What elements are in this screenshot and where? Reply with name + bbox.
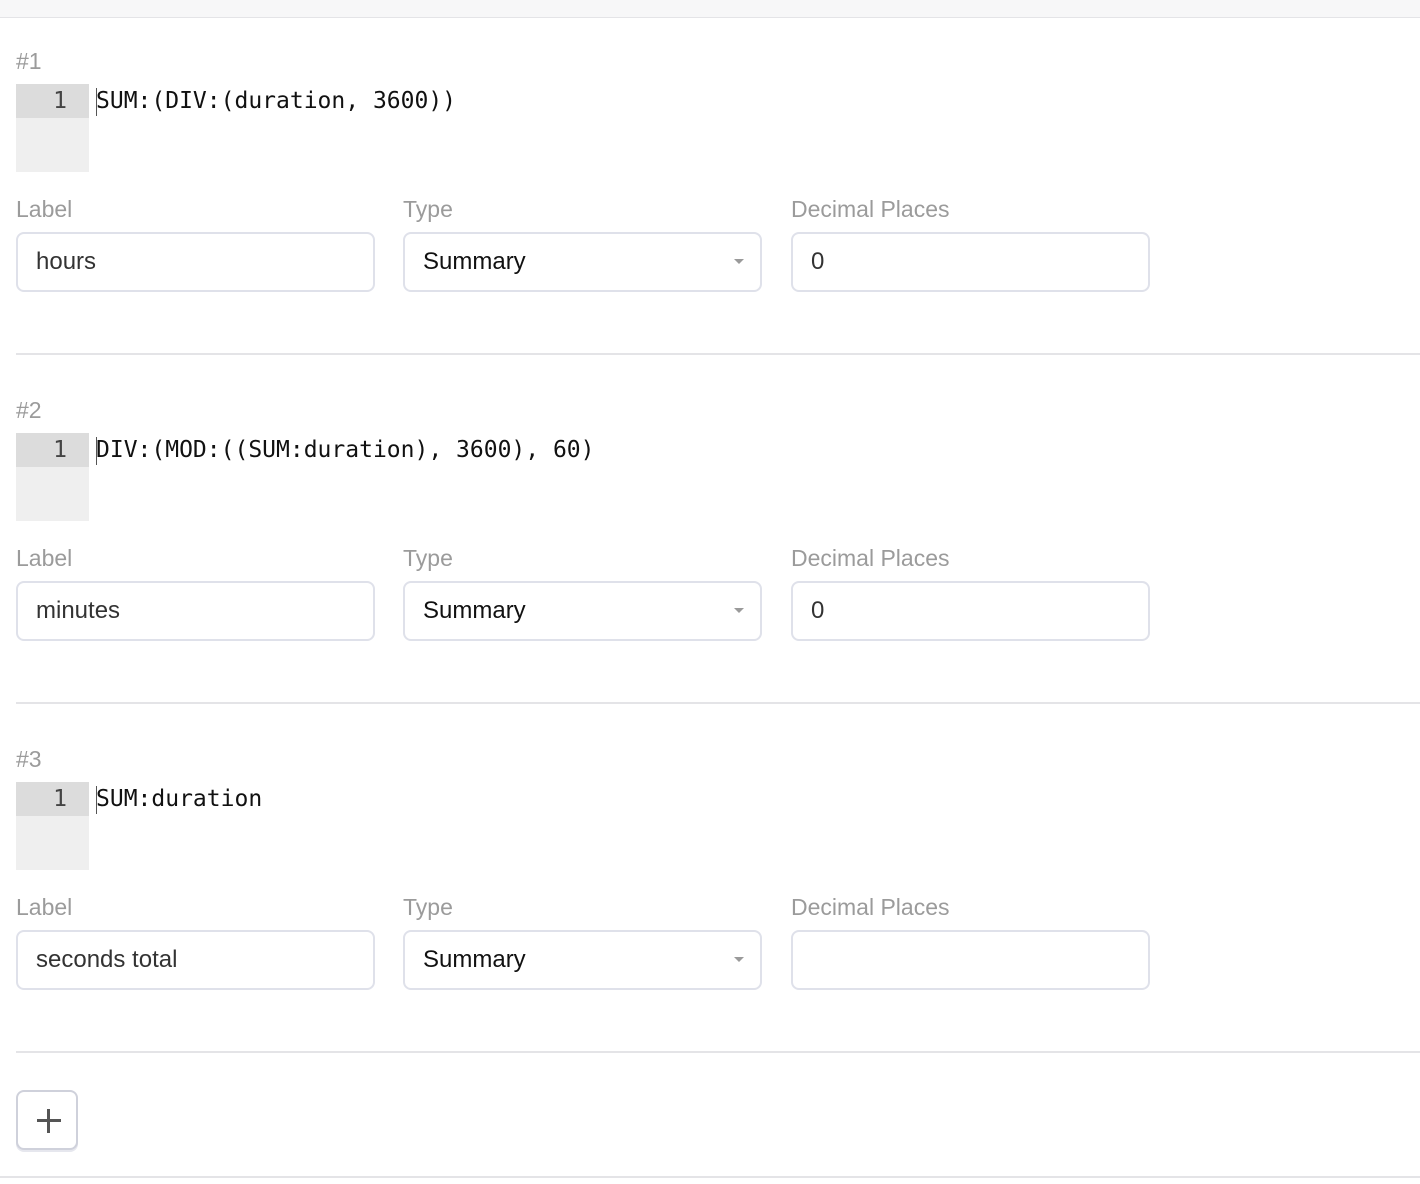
bottom-divider	[0, 1176, 1420, 1178]
formula-editor[interactable]: 1 SUM:(DIV:(duration, 3600))	[16, 84, 1420, 172]
type-select-value: Summary	[423, 597, 526, 624]
type-select-value: Summary	[423, 248, 526, 275]
section-divider	[16, 353, 1420, 355]
column-section-3: #3 1 SUM:duration Label Type Decimal Pla…	[16, 744, 1420, 1080]
text-cursor	[96, 437, 97, 465]
formula-code[interactable]: DIV:(MOD:((SUM:duration), 3600), 60)	[96, 433, 595, 467]
decimal-places-input[interactable]	[791, 930, 1150, 990]
type-field-label: Type	[403, 894, 453, 920]
decimal-places-input[interactable]: 0	[791, 232, 1150, 292]
label-field-label: Label	[16, 196, 73, 222]
label-input[interactable]: minutes	[16, 581, 375, 641]
decimal-places-field-label: Decimal Places	[791, 196, 950, 222]
column-number: #1	[16, 48, 42, 74]
line-number: 1	[16, 84, 89, 118]
line-gutter: 1	[16, 782, 89, 870]
top-bar	[0, 0, 1420, 18]
text-cursor	[96, 88, 97, 116]
label-field-label: Label	[16, 545, 73, 571]
column-section-1: #1 1 SUM:(DIV:(duration, 3600)) Label Ty…	[16, 46, 1420, 382]
type-select[interactable]: Summary	[403, 581, 762, 641]
decimal-places-input[interactable]: 0	[791, 581, 1150, 641]
decimal-places-field-label: Decimal Places	[791, 894, 950, 920]
text-cursor	[96, 786, 97, 814]
column-number: #2	[16, 397, 42, 423]
section-divider	[16, 702, 1420, 704]
label-input[interactable]: seconds total	[16, 930, 375, 990]
formula-editor[interactable]: 1 SUM:duration	[16, 782, 1420, 870]
add-column-button[interactable]	[16, 1090, 78, 1150]
type-field-label: Type	[403, 196, 453, 222]
section-divider	[16, 1051, 1420, 1053]
line-gutter: 1	[16, 433, 89, 521]
column-number: #3	[16, 746, 42, 772]
formula-editor[interactable]: 1 DIV:(MOD:((SUM:duration), 3600), 60)	[16, 433, 1420, 521]
type-select[interactable]: Summary	[403, 232, 762, 292]
line-number: 1	[16, 782, 89, 816]
column-section-2: #2 1 DIV:(MOD:((SUM:duration), 3600), 60…	[16, 395, 1420, 731]
type-select-value: Summary	[423, 946, 526, 973]
dropdown-caret-icon	[734, 259, 744, 264]
line-gutter: 1	[16, 84, 89, 172]
decimal-places-field-label: Decimal Places	[791, 545, 950, 571]
formula-code[interactable]: SUM:duration	[96, 782, 262, 816]
dropdown-caret-icon	[734, 957, 744, 962]
type-field-label: Type	[403, 545, 453, 571]
formula-code[interactable]: SUM:(DIV:(duration, 3600))	[96, 84, 456, 118]
dropdown-caret-icon	[734, 608, 744, 613]
label-input[interactable]: hours	[16, 232, 375, 292]
label-field-label: Label	[16, 894, 73, 920]
type-select[interactable]: Summary	[403, 930, 762, 990]
line-number: 1	[16, 433, 89, 467]
